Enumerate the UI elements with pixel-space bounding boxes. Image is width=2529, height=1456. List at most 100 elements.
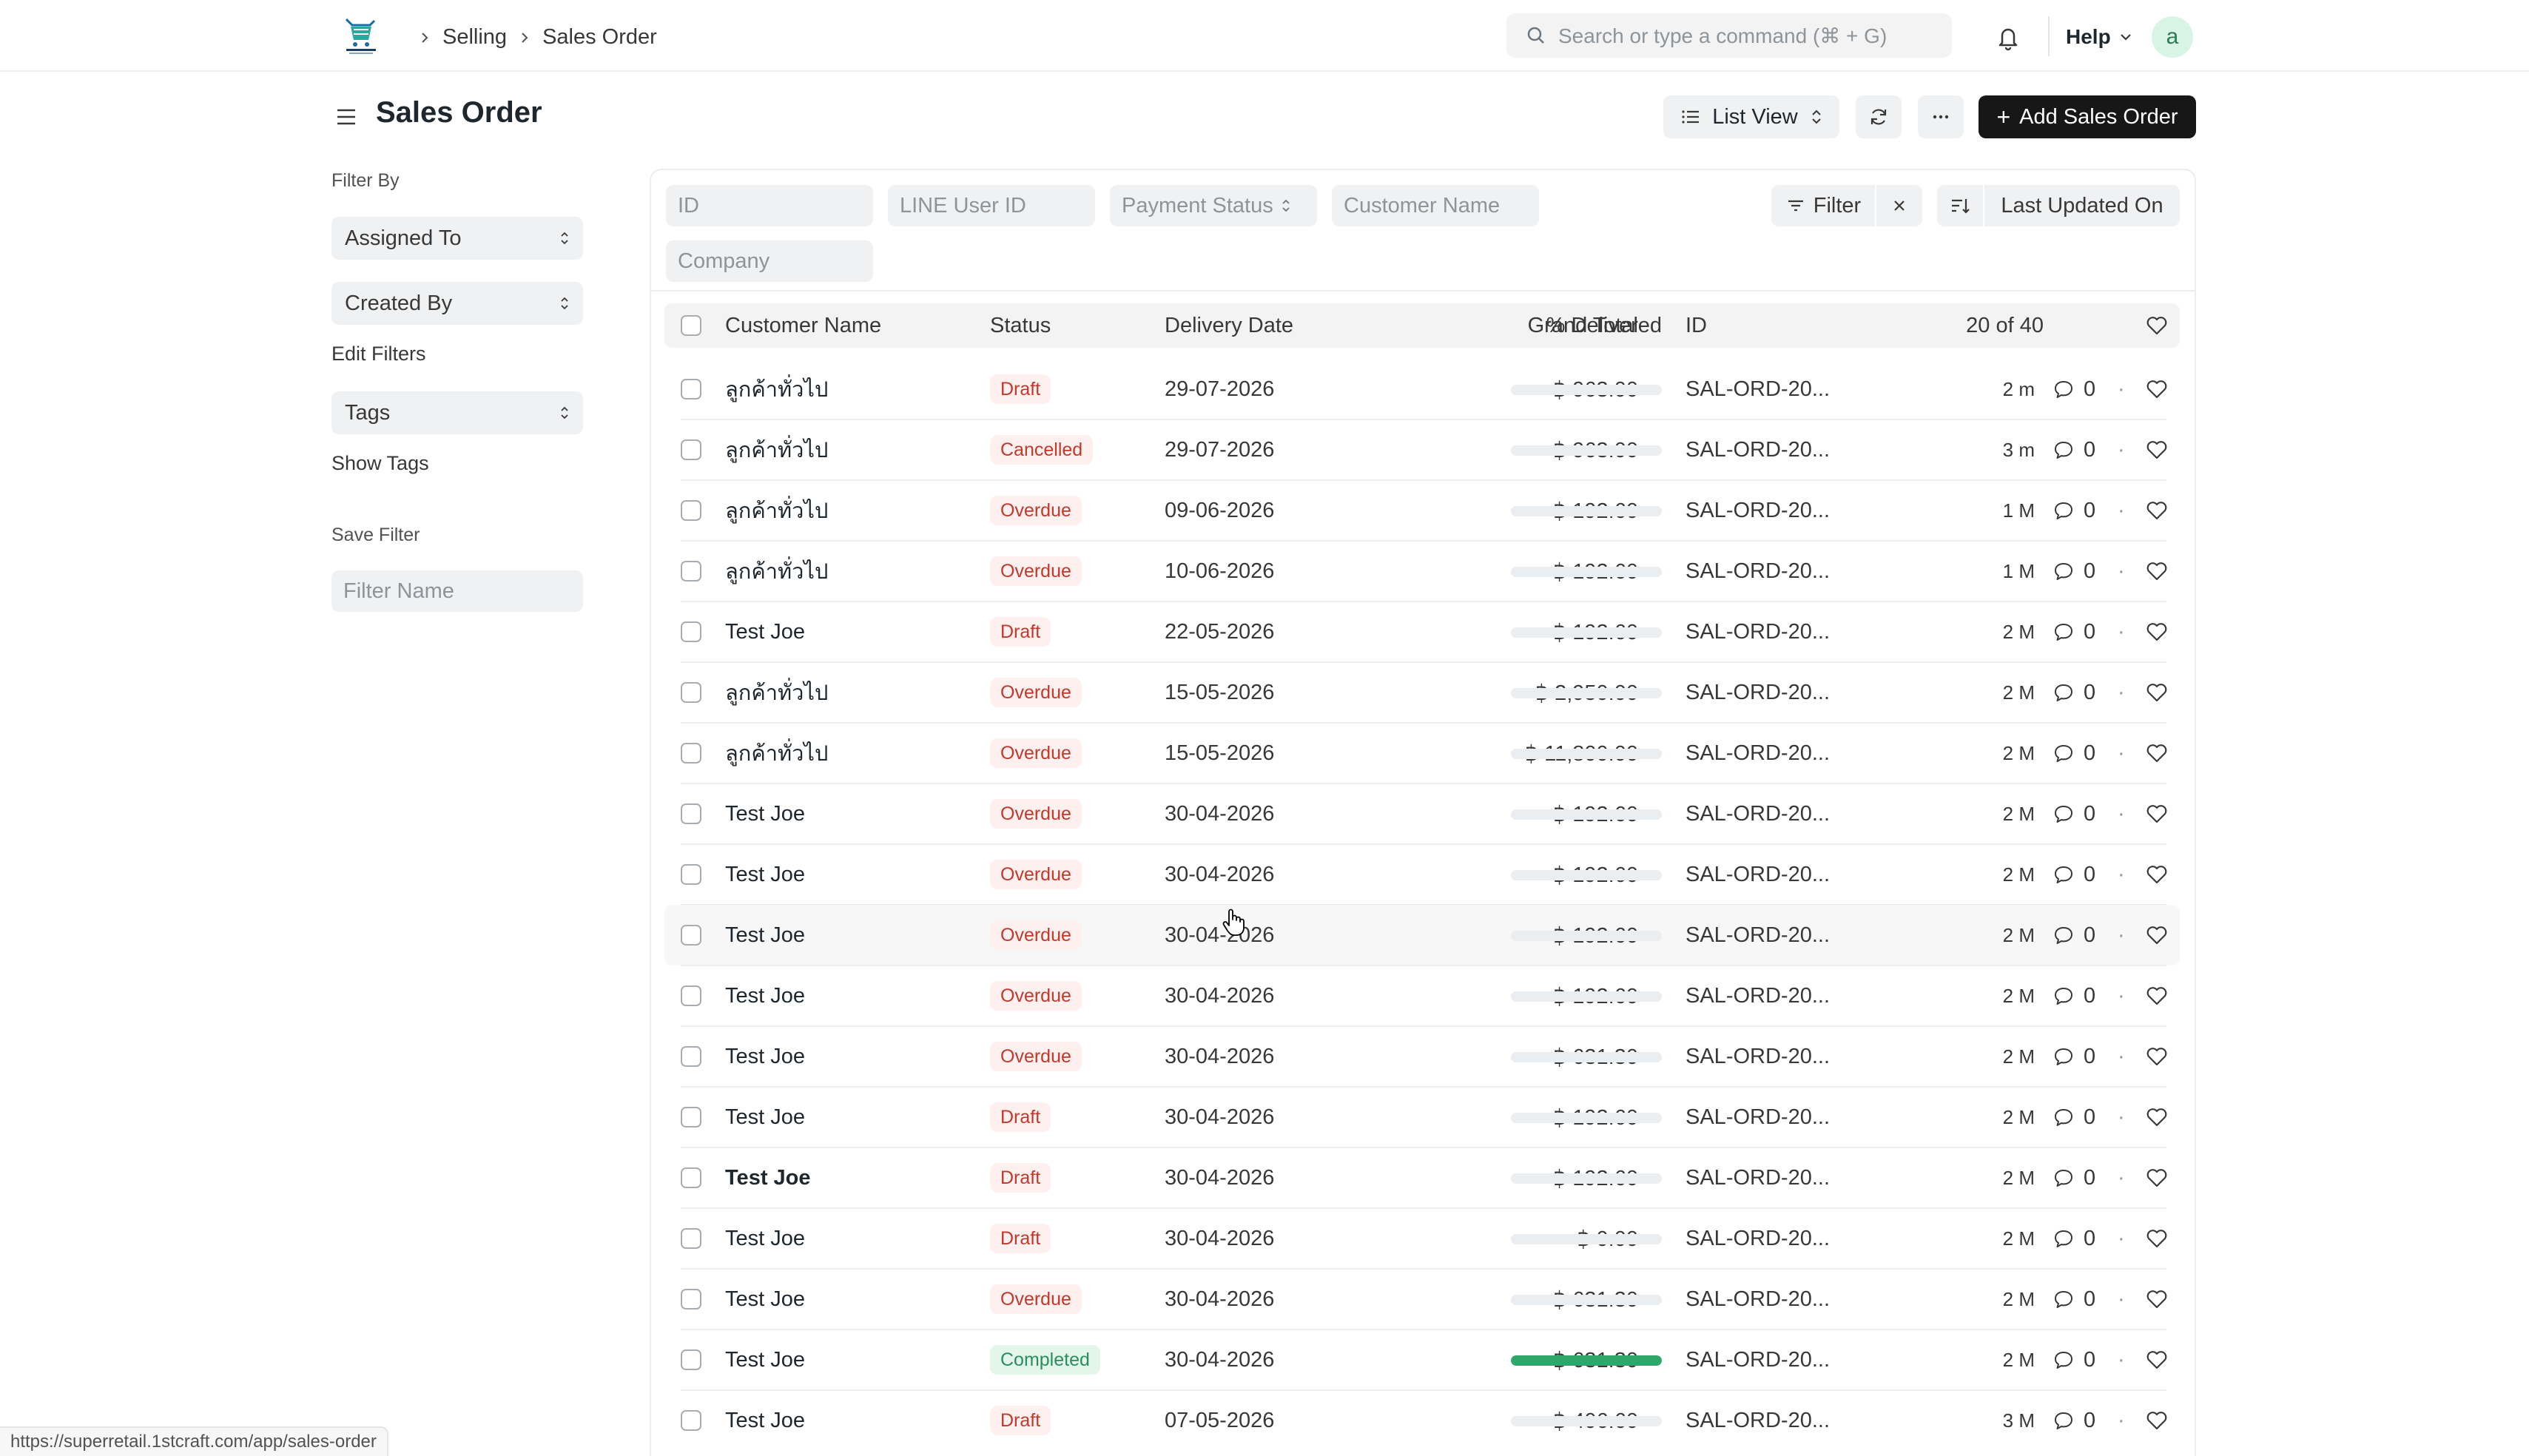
table-row[interactable]: Test JoeOverdue30-04-2026฿ 192.60SAL-ORD…	[664, 905, 2180, 965]
filter-name-input[interactable]: Filter Name	[331, 570, 583, 612]
comment-count[interactable]: 0	[2053, 419, 2095, 480]
order-id[interactable]: SAL-ORD-20...	[1686, 1026, 1830, 1087]
customer-name[interactable]: ลูกค้าทั่วไป	[725, 662, 828, 723]
bell-icon[interactable]	[1993, 22, 2023, 52]
add-sales-order-button[interactable]: + Add Sales Order	[1979, 95, 2196, 138]
like-button[interactable]	[2144, 359, 2169, 419]
like-button[interactable]	[2144, 1087, 2169, 1147]
order-id[interactable]: SAL-ORD-20...	[1686, 419, 1830, 480]
comment-count[interactable]: 0	[2053, 1208, 2095, 1269]
order-id[interactable]: SAL-ORD-20...	[1686, 844, 1830, 905]
comment-count[interactable]: 0	[2053, 541, 2095, 601]
customer-name[interactable]: Test Joe	[725, 844, 805, 905]
customer-name[interactable]: ลูกค้าทั่วไป	[725, 359, 828, 419]
table-row[interactable]: ลูกค้าทั่วไปDraft29-07-2026฿ 963.00SAL-O…	[664, 359, 2180, 419]
company-filter-input[interactable]: Company	[666, 240, 873, 282]
customer-name[interactable]: ลูกค้าทั่วไป	[725, 419, 828, 480]
customer-name[interactable]: Test Joe	[725, 905, 805, 965]
table-row[interactable]: Test JoeOverdue30-04-2026฿ 631.30SAL-ORD…	[664, 1026, 2180, 1087]
customer-name[interactable]: ลูกค้าทั่วไป	[725, 723, 828, 783]
table-row[interactable]: ลูกค้าทั่วไปOverdue15-05-2026฿ 11,800.00…	[664, 723, 2180, 783]
order-id[interactable]: SAL-ORD-20...	[1686, 1269, 1830, 1329]
like-button[interactable]	[2144, 783, 2169, 844]
table-row[interactable]: Test JoeOverdue30-04-2026฿ 192.60SAL-ORD…	[664, 965, 2180, 1026]
row-checkbox[interactable]	[681, 621, 701, 642]
column-delivery-date[interactable]: Delivery Date	[1165, 303, 1293, 348]
row-checkbox[interactable]	[681, 500, 701, 521]
order-id[interactable]: SAL-ORD-20...	[1686, 662, 1830, 723]
comment-count[interactable]: 0	[2053, 662, 2095, 723]
row-checkbox[interactable]	[681, 1167, 701, 1188]
customer-name[interactable]: Test Joe	[725, 1087, 805, 1147]
order-id[interactable]: SAL-ORD-20...	[1686, 1147, 1830, 1208]
order-id[interactable]: SAL-ORD-20...	[1686, 359, 1830, 419]
column-status[interactable]: Status	[990, 303, 1051, 348]
table-row[interactable]: Test JoeOverdue30-04-2026฿ 631.30SAL-ORD…	[664, 1269, 2180, 1329]
order-id[interactable]: SAL-ORD-20...	[1686, 480, 1830, 541]
order-id[interactable]: SAL-ORD-20...	[1686, 601, 1830, 662]
refresh-button[interactable]	[1856, 95, 1902, 138]
customer-name[interactable]: Test Joe	[725, 783, 805, 844]
row-checkbox[interactable]	[681, 1349, 701, 1370]
created-by-select[interactable]: Created By	[331, 282, 583, 325]
table-row[interactable]: Test JoeOverdue30-04-2026฿ 192.60SAL-ORD…	[664, 844, 2180, 905]
id-filter-input[interactable]: ID	[666, 185, 873, 226]
order-id[interactable]: SAL-ORD-20...	[1686, 723, 1830, 783]
logo-icon[interactable]	[342, 16, 380, 56]
comment-count[interactable]: 0	[2053, 1026, 2095, 1087]
line-user-id-filter-input[interactable]: LINE User ID	[888, 185, 1095, 226]
table-row[interactable]: ลูกค้าทั่วไปOverdue15-05-2026฿ 2,950.00S…	[664, 662, 2180, 723]
sort-direction-button[interactable]	[1937, 185, 1983, 226]
select-all-checkbox[interactable]	[681, 315, 701, 336]
like-button[interactable]	[2144, 1147, 2169, 1208]
search-input[interactable]: Search or type a command (⌘ + G)	[1506, 13, 1952, 58]
show-tags-link[interactable]: Show Tags	[331, 452, 429, 475]
edit-filters-link[interactable]: Edit Filters	[331, 343, 426, 365]
table-row[interactable]: ลูกค้าทั่วไปCancelled29-07-2026฿ 963.00S…	[664, 419, 2180, 480]
comment-count[interactable]: 0	[2053, 905, 2095, 965]
column-id[interactable]: ID	[1686, 303, 1707, 348]
table-row[interactable]: Test JoeCompleted30-04-2026฿ 631.30SAL-O…	[664, 1329, 2180, 1390]
like-button[interactable]	[2144, 541, 2169, 601]
like-button[interactable]	[2144, 1390, 2169, 1451]
like-button[interactable]	[2144, 601, 2169, 662]
comment-count[interactable]: 0	[2053, 359, 2095, 419]
assigned-to-select[interactable]: Assigned To	[331, 217, 583, 260]
row-checkbox[interactable]	[681, 1228, 701, 1249]
row-checkbox[interactable]	[681, 439, 701, 460]
help-dropdown[interactable]: Help	[2066, 21, 2133, 53]
like-button[interactable]	[2144, 723, 2169, 783]
comment-count[interactable]: 0	[2053, 601, 2095, 662]
customer-name-filter-input[interactable]: Customer Name	[1332, 185, 1539, 226]
row-checkbox[interactable]	[681, 925, 701, 946]
comment-count[interactable]: 0	[2053, 1147, 2095, 1208]
order-id[interactable]: SAL-ORD-20...	[1686, 905, 1830, 965]
order-id[interactable]: SAL-ORD-20...	[1686, 783, 1830, 844]
like-button[interactable]	[2144, 662, 2169, 723]
row-checkbox[interactable]	[681, 1046, 701, 1067]
comment-count[interactable]: 0	[2053, 965, 2095, 1026]
comment-count[interactable]: 0	[2053, 1329, 2095, 1390]
payment-status-filter-select[interactable]: Payment Status	[1110, 185, 1317, 226]
more-options-button[interactable]	[1918, 95, 1964, 138]
table-row[interactable]: ลูกค้าทั่วไปOverdue09-06-2026฿ 192.60SAL…	[664, 480, 2180, 541]
breadcrumb-sales-order[interactable]: Sales Order	[542, 25, 657, 50]
order-id[interactable]: SAL-ORD-20...	[1686, 1087, 1830, 1147]
row-checkbox[interactable]	[681, 1410, 701, 1431]
comment-count[interactable]: 0	[2053, 1087, 2095, 1147]
customer-name[interactable]: Test Joe	[725, 1390, 805, 1451]
table-row[interactable]: ลูกค้าทั่วไปOverdue10-06-2026฿ 192.60SAL…	[664, 541, 2180, 601]
sidebar-toggle-icon[interactable]	[333, 104, 360, 130]
like-button[interactable]	[2144, 1329, 2169, 1390]
row-checkbox[interactable]	[681, 803, 701, 824]
customer-name[interactable]: Test Joe	[725, 601, 805, 662]
heart-icon[interactable]	[2144, 313, 2169, 338]
comment-count[interactable]: 0	[2053, 783, 2095, 844]
tags-select[interactable]: Tags	[331, 391, 583, 434]
customer-name[interactable]: ลูกค้าทั่วไป	[725, 541, 828, 601]
row-checkbox[interactable]	[681, 864, 701, 885]
customer-name[interactable]: Test Joe	[725, 1208, 805, 1269]
like-button[interactable]	[2144, 844, 2169, 905]
comment-count[interactable]: 0	[2053, 480, 2095, 541]
comment-count[interactable]: 0	[2053, 1390, 2095, 1451]
